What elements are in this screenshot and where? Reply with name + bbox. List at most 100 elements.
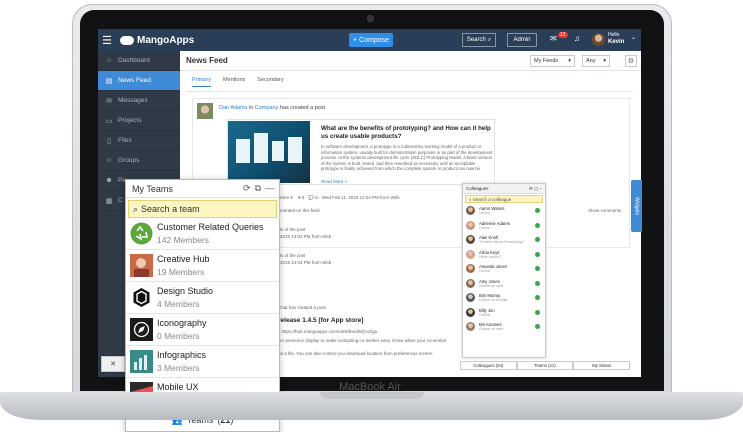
mango-logo-icon bbox=[120, 35, 134, 45]
online-status-icon bbox=[535, 280, 540, 286]
refresh-icon[interactable]: ⟳ bbox=[243, 183, 251, 194]
team-item[interactable]: Design Studio 4 Members bbox=[126, 282, 279, 314]
gear-icon[interactable]: ⚙ bbox=[625, 55, 637, 67]
colleague-avatar bbox=[466, 322, 475, 331]
chart-photo-icon bbox=[130, 350, 153, 373]
minimize-icon[interactable]: — bbox=[265, 183, 274, 194]
colleagues-title: Colleagues bbox=[466, 186, 489, 191]
feed-filter-select[interactable]: My Feeds ▾ bbox=[530, 55, 575, 67]
popout-icon[interactable]: ⧉ bbox=[255, 183, 261, 194]
colleague-status: Online bbox=[479, 269, 490, 273]
feed-filter-value: My Feeds bbox=[534, 58, 559, 64]
team-member-count: 19 Members bbox=[157, 267, 205, 277]
recycle-icon bbox=[130, 222, 153, 245]
colleague-list: Aaron Waters Online Adrienne Adams Online Al… bbox=[463, 204, 545, 335]
tab-my-status[interactable]: My Status bbox=[573, 361, 631, 370]
team-member-count: 4 Members bbox=[157, 299, 200, 309]
chat-icon[interactable]: ✉ bbox=[550, 34, 557, 43]
team-search-input[interactable]: ⌕ Search a team bbox=[128, 200, 277, 218]
tab-colleagues[interactable]: Colleagues (54) bbox=[460, 361, 517, 370]
tab-teams[interactable]: Teams (21) bbox=[516, 361, 574, 370]
colleague-item[interactable]: Adrienne Adams Online bbox=[463, 219, 545, 234]
colleague-item[interactable]: Billy Jon Online bbox=[463, 306, 545, 321]
team-member-count: 3 Members bbox=[157, 363, 200, 373]
team-name: Mobile UX bbox=[157, 382, 199, 392]
colleague-item[interactable]: Alicia Keys Hello world!!! bbox=[463, 248, 545, 263]
sidebar-item-label: Files bbox=[118, 137, 132, 144]
home-icon: ⌂ bbox=[106, 57, 112, 64]
search-button[interactable]: Search ⌕ bbox=[462, 33, 496, 47]
colleague-item[interactable]: Aaron Waters Online bbox=[463, 204, 545, 219]
read-more-link[interactable]: Read More » bbox=[321, 179, 347, 184]
admin-button[interactable]: Admin bbox=[507, 33, 537, 47]
close-icon[interactable]: ✕ bbox=[101, 356, 125, 372]
post-in-text: in bbox=[248, 105, 254, 111]
colleague-search-placeholder: Search a colleague bbox=[472, 197, 512, 202]
author-avatar[interactable] bbox=[197, 103, 213, 119]
hamburger-menu-icon[interactable]: ☰ bbox=[98, 34, 116, 47]
sidebar-item-messages[interactable]: ✉ Messages bbox=[98, 91, 180, 111]
folder-icon: ▭ bbox=[105, 117, 113, 125]
online-status-icon bbox=[535, 266, 540, 271]
mail-icon: ✉ bbox=[106, 97, 112, 105]
colleague-search-input[interactable]: ⌕ Search a colleague bbox=[465, 195, 543, 203]
post2-headline[interactable]: release 1.4.5 [for App store] bbox=[278, 317, 363, 325]
widgets-tab[interactable]: Widgets bbox=[631, 180, 642, 232]
team-item[interactable]: Iconography 0 Members bbox=[126, 314, 279, 346]
my-teams-header: My Teams ⟳ ⧉ — bbox=[126, 180, 279, 198]
colleague-item[interactable]: Bin Koomes Online on web bbox=[463, 320, 545, 335]
user-greeting[interactable]: Hello Kevin bbox=[608, 32, 624, 46]
team-name: Design Studio bbox=[157, 286, 214, 296]
tab-mentions[interactable]: Mentions bbox=[223, 77, 245, 87]
online-status-icon bbox=[535, 251, 540, 257]
notification-badge: 12 bbox=[558, 32, 568, 38]
group-icon: ☺ bbox=[105, 157, 113, 164]
sidebar-item-label: Dashboard bbox=[118, 57, 150, 64]
post-author-link[interactable]: Dan Adams bbox=[219, 105, 247, 111]
team-item[interactable]: Creative Hub 19 Members bbox=[126, 250, 279, 282]
team-member-count: 142 Members bbox=[157, 235, 209, 245]
post-preview-image[interactable] bbox=[228, 121, 310, 183]
compass-icon bbox=[130, 318, 153, 341]
team-member-count: 0 Members bbox=[157, 331, 200, 341]
post2-link[interactable]: s https://hub.mangoapps.com/mlnk/feed/Mj… bbox=[278, 329, 377, 336]
online-status-icon bbox=[535, 324, 540, 329]
app-logo[interactable]: MangoApps bbox=[120, 35, 194, 46]
device-brand: MacBook Air bbox=[339, 381, 401, 393]
tabs-divider bbox=[186, 91, 633, 92]
tab-primary[interactable]: Primary bbox=[192, 77, 211, 87]
page-title: News Feed bbox=[186, 56, 228, 65]
user-avatar[interactable] bbox=[592, 33, 605, 46]
tab-secondary[interactable]: Secondary bbox=[257, 77, 283, 87]
colleague-status: "Excited about Everything!" bbox=[479, 240, 525, 244]
post-target-link[interactable]: Company bbox=[255, 105, 279, 111]
sidebar-item-groups[interactable]: ☺ Groups bbox=[98, 151, 180, 171]
panel-tools-icon[interactable]: ⟳ ▢ – bbox=[529, 186, 542, 191]
colleague-item[interactable]: Alan Knoll "Excited about Everything!" bbox=[463, 233, 545, 248]
sidebar-item-label: Projects bbox=[118, 117, 142, 124]
post-body: In software development, a prototype is … bbox=[321, 144, 493, 172]
colleague-avatar bbox=[466, 293, 475, 302]
colleague-status: Hello world!!! bbox=[479, 254, 501, 259]
more-link[interactable]: More ▾ bbox=[279, 195, 293, 202]
colleague-item[interactable]: Amanda Jones Online bbox=[463, 262, 545, 277]
post-meta: Dan Adams in Company has created a post bbox=[219, 105, 325, 111]
post-headline[interactable]: What are the benefits of prototyping? an… bbox=[321, 125, 491, 141]
any-filter-select[interactable]: Any ▾ bbox=[582, 55, 610, 67]
my-teams-title: My Teams bbox=[132, 183, 173, 194]
show-comments-link[interactable]: Show comments bbox=[588, 208, 621, 215]
feed-tabs: Primary Mentions Secondary bbox=[192, 77, 284, 87]
chevron-down-icon[interactable]: ⌄ bbox=[631, 34, 636, 41]
bell-icon[interactable]: ♫ bbox=[574, 34, 580, 43]
sidebar-item-projects[interactable]: ▭ Projects bbox=[98, 111, 180, 131]
sidebar-item-news-feed[interactable]: ▤ News Feed bbox=[98, 71, 180, 91]
colleague-item[interactable]: Bim Murray Online on mobile bbox=[463, 291, 545, 306]
compose-button[interactable]: + Compose bbox=[349, 33, 393, 47]
sidebar-item-files[interactable]: ▯ Files bbox=[98, 131, 180, 151]
sidebar-item-label: C bbox=[118, 197, 123, 204]
team-item[interactable]: Customer Related Queries 142 Members bbox=[126, 218, 279, 250]
colleague-item[interactable]: Amy Jones Online on web bbox=[463, 277, 545, 292]
sidebar-item-dashboard[interactable]: ⌂ Dashboard bbox=[98, 51, 180, 71]
team-item[interactable]: Infographics 3 Members bbox=[126, 346, 279, 378]
post-stats: ♥ 5 · 💬 5 · Wed Feb 11, 2015 14:04 PM fr… bbox=[298, 195, 400, 200]
